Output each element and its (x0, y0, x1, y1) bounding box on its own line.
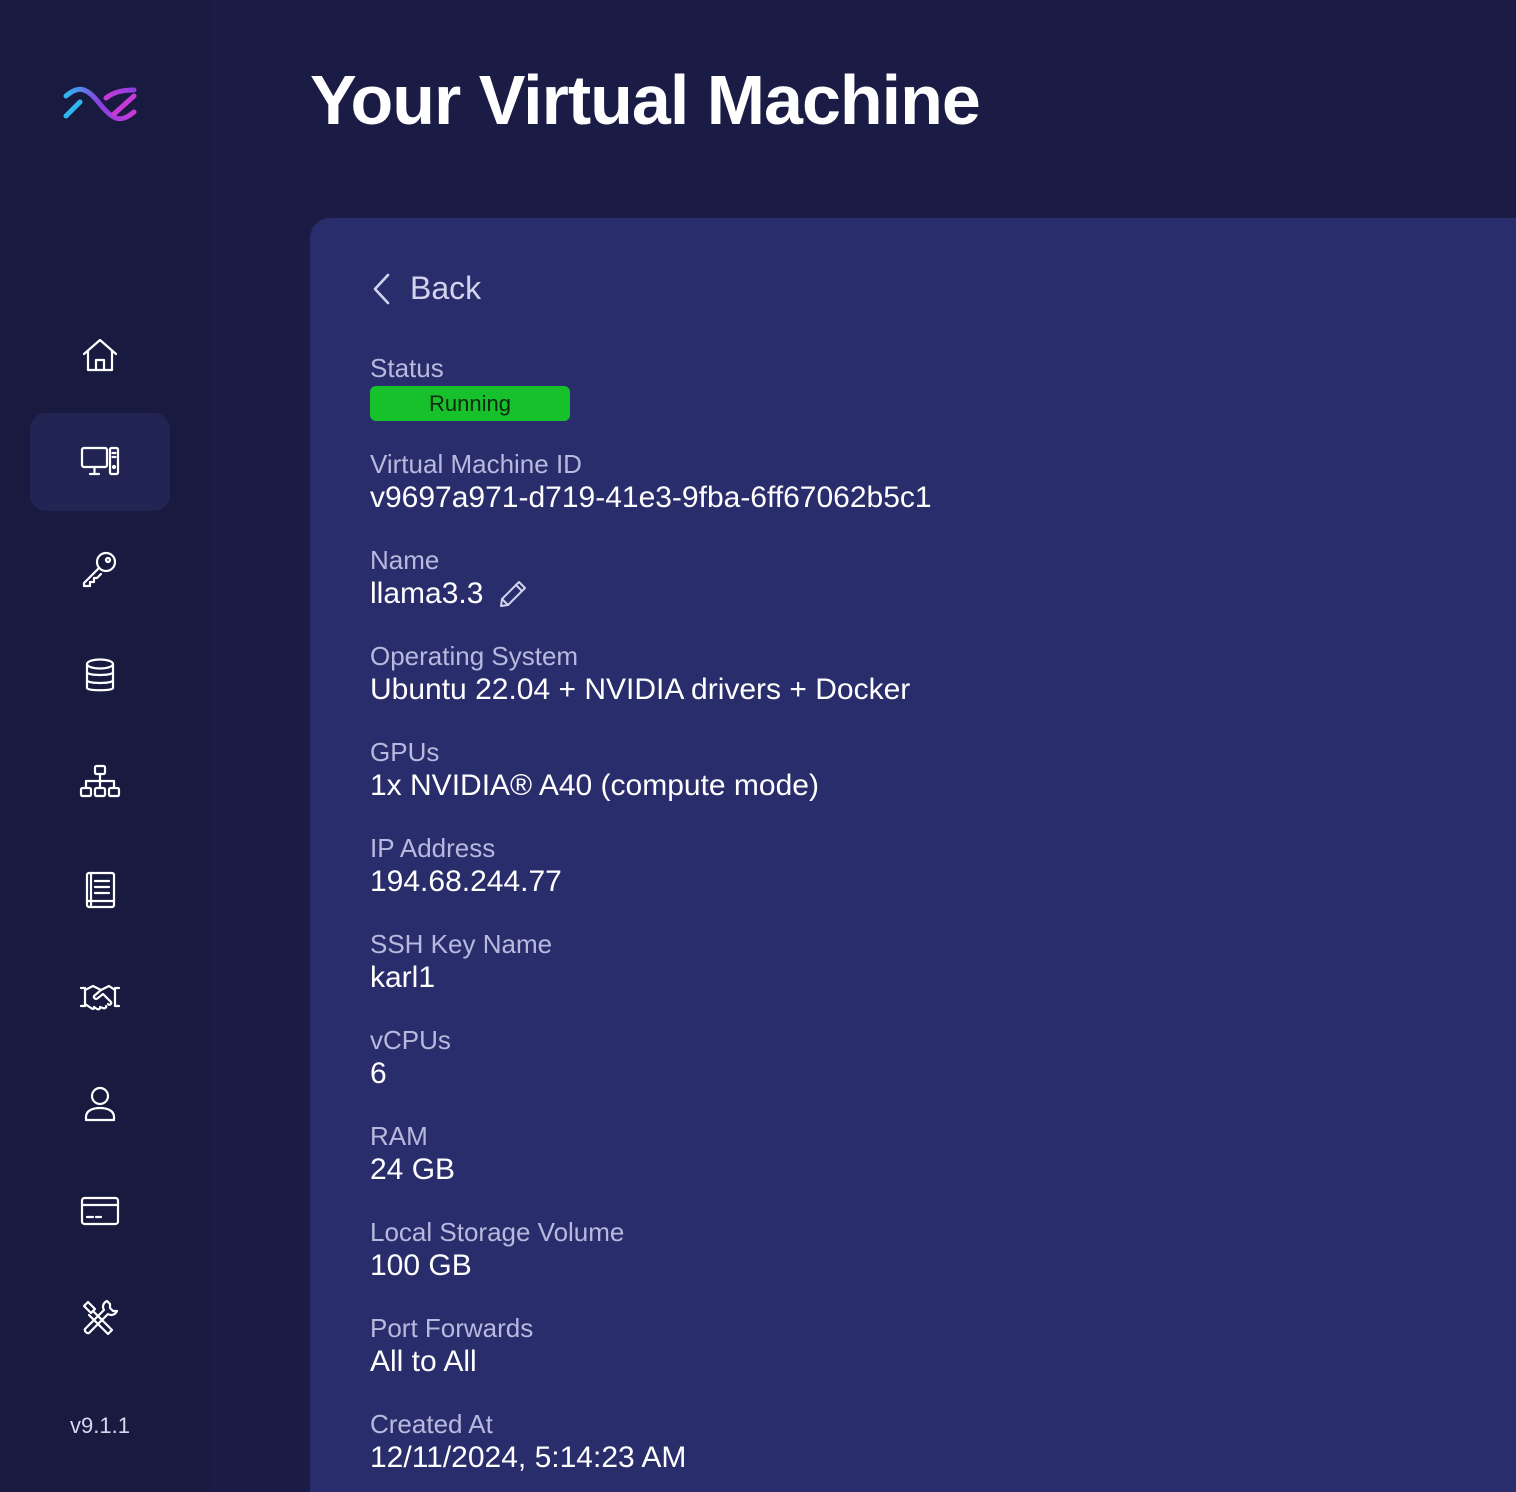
gpus-label: GPUs (370, 737, 440, 767)
back-label: Back (410, 270, 482, 306)
sidebar-item-partners[interactable] (30, 948, 170, 1046)
gpus-value: 1x NVIDIA® A40 (compute mode) (370, 769, 819, 802)
pencil-icon[interactable] (497, 578, 529, 610)
ram-field: RAM 24 GB (370, 1120, 455, 1188)
sidebar-item-virtual-machines[interactable] (30, 413, 170, 511)
ip-field: IP Address 194.68.244.77 (370, 832, 562, 900)
tools-icon (82, 1299, 119, 1336)
status-field: Status Running (370, 352, 570, 421)
ram-value: 24 GB (370, 1153, 456, 1186)
vcpus-label: vCPUs (370, 1025, 451, 1055)
chevron-left-icon (373, 273, 390, 304)
credit-card-icon (80, 1196, 120, 1226)
vm-id-label: Virtual Machine ID (370, 449, 582, 479)
back-button[interactable]: Back (370, 270, 481, 307)
name-label: Name (370, 545, 440, 575)
name-field: Name llama3.3 (370, 544, 529, 612)
home-icon (82, 338, 118, 372)
storage-field: Local Storage Volume 100 GB (370, 1216, 624, 1284)
storage-value: 100 GB (370, 1249, 472, 1282)
sidebar: v9.1.1 (0, 0, 210, 1492)
sidebar-item-account[interactable] (30, 1055, 170, 1153)
vm-id-field: Virtual Machine ID v9697a971-d719-41e3-9… (370, 448, 932, 516)
ssh-field: SSH Key Name karl1 (370, 928, 552, 996)
vcpus-value: 6 (370, 1057, 387, 1090)
ssh-label: SSH Key Name (370, 929, 553, 959)
vcpus-field: vCPUs 6 (370, 1024, 451, 1092)
storage-label: Local Storage Volume (370, 1217, 625, 1247)
sidebar-item-network[interactable] (30, 734, 170, 832)
page-title: Your Virtual Machine (310, 61, 981, 139)
sidebar-item-home[interactable] (30, 306, 170, 404)
ip-value[interactable]: 194.68.244.77 (370, 864, 562, 900)
os-field: Operating System Ubuntu 22.04 + NVIDIA d… (370, 640, 910, 708)
sidebar-item-tools[interactable] (30, 1269, 170, 1367)
ssh-value: karl1 (370, 961, 436, 994)
book-icon (85, 871, 116, 909)
vm-id-value[interactable]: v9697a971-d719-41e3-9fba-6ff67062b5c1 (370, 480, 932, 516)
computer-icon (80, 446, 120, 476)
name-value: llama3.3 (370, 577, 484, 610)
status-label: Status (370, 353, 444, 383)
created-value: 12/11/2024, 5:14:23 AM (370, 1441, 687, 1474)
database-icon (85, 658, 115, 692)
ports-value: All to All (370, 1345, 477, 1378)
ports-field: Port Forwards All to All (370, 1312, 533, 1380)
os-label: Operating System (370, 641, 579, 671)
handshake-icon (79, 984, 121, 1011)
sidebar-item-storage[interactable] (30, 627, 170, 725)
brand-logo-icon[interactable] (62, 84, 138, 126)
key-icon (82, 551, 117, 588)
gpus-field: GPUs 1x NVIDIA® A40 (compute mode) (370, 736, 819, 804)
app-version: v9.1.1 (70, 1413, 130, 1438)
user-icon (84, 1086, 116, 1122)
created-field: Created At 12/11/2024, 5:14:23 AM (370, 1408, 686, 1476)
sidebar-item-docs[interactable] (30, 841, 170, 939)
sidebar-item-billing[interactable] (30, 1162, 170, 1260)
ram-label: RAM (370, 1121, 428, 1151)
network-icon (79, 764, 121, 798)
ip-label: IP Address (370, 833, 496, 863)
os-value: Ubuntu 22.04 + NVIDIA drivers + Docker (370, 673, 911, 706)
created-label: Created At (370, 1409, 493, 1439)
sidebar-item-ssh-keys[interactable] (30, 520, 170, 618)
ports-label: Port Forwards (370, 1313, 534, 1343)
status-badge: Running (370, 386, 570, 421)
vm-details-panel: Back Status Running Virtual Machine ID v… (310, 218, 1516, 1492)
